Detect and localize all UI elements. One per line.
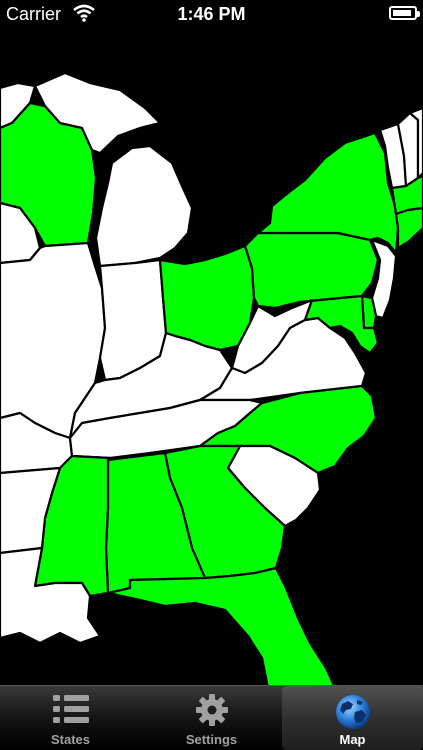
state-michigan[interactable] [94,144,194,268]
tab-bar: States Settings Map [0,685,423,750]
tab-settings[interactable]: Settings [141,686,282,750]
battery-level [393,10,411,16]
state-connecticut[interactable] [394,206,423,250]
status-bar: Carrier 1:46 PM [0,0,423,28]
globe-icon [335,695,370,729]
tab-states[interactable]: States [0,686,141,750]
clock: 1:46 PM [177,4,246,24]
screen: Carrier 1:46 PM States Settings Map [0,0,423,750]
us-east-map[interactable] [0,28,423,688]
state-florida[interactable] [106,566,337,688]
state-ohio[interactable] [158,244,256,352]
list-icon [52,695,89,723]
battery-icon [389,6,420,20]
tab-map[interactable]: Map [282,686,423,750]
state-new-jersey[interactable] [370,238,398,320]
tab-label: States [50,732,91,747]
tab-label: Map [339,732,366,747]
gear-icon [195,694,228,726]
tab-label: Settings [185,732,238,747]
